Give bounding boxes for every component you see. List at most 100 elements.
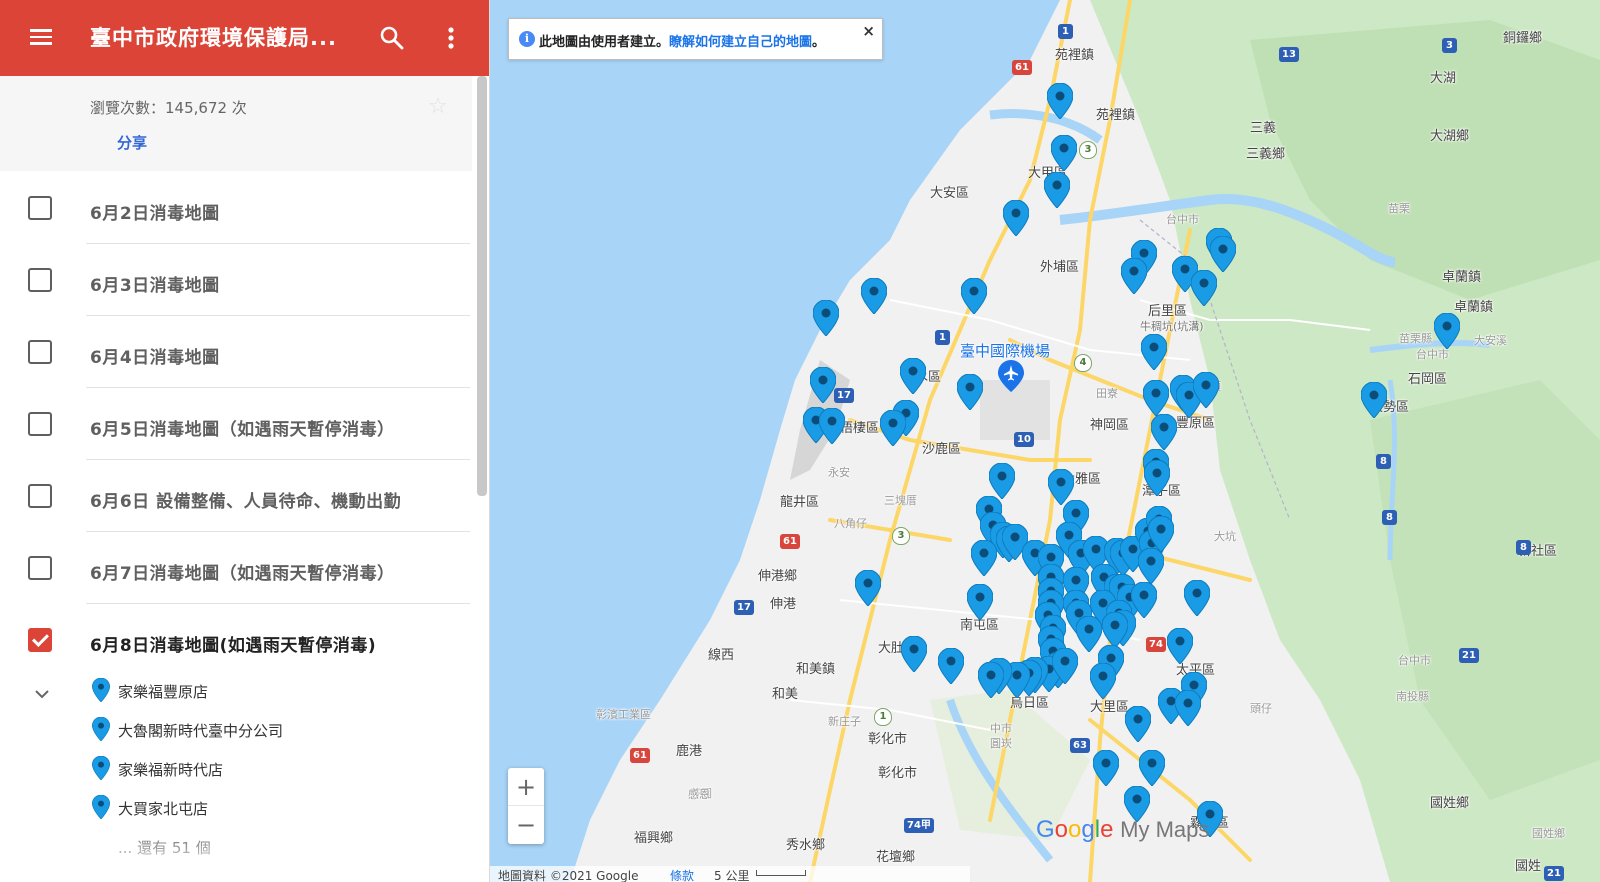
district-label: 秀水鄉 (786, 838, 826, 853)
highway-shield: 1 (874, 708, 892, 726)
map-pin[interactable] (1051, 647, 1079, 685)
map-pin[interactable] (1360, 381, 1388, 419)
map-pin[interactable] (1002, 199, 1030, 237)
district-label: 神岡區 (1090, 418, 1130, 433)
layer-checkbox[interactable] (28, 484, 52, 508)
highway-shield: 8 (1376, 454, 1391, 469)
map-pin[interactable] (1183, 579, 1211, 617)
layer-checkbox[interactable] (28, 268, 52, 292)
layer-checkbox[interactable] (28, 196, 52, 220)
map-pin[interactable] (854, 569, 882, 607)
place-name: 家樂福新時代店 (118, 761, 224, 779)
map-pin[interactable] (1137, 547, 1165, 585)
map-pin[interactable] (956, 373, 984, 411)
layer-row[interactable]: 6月3日消毒地圖 (0, 244, 472, 316)
map-pin[interactable] (860, 277, 888, 315)
panel-scrollbar[interactable] (477, 76, 487, 496)
district-label: 中市 (990, 722, 1012, 735)
close-icon[interactable]: × (862, 22, 875, 40)
layer-label[interactable]: 6月6日 設備整備、人員待命、機動出勤 (90, 487, 401, 512)
zoom-in-button[interactable]: + (508, 768, 544, 806)
layer-checkbox[interactable] (28, 628, 52, 652)
layer-label[interactable]: 6月7日消毒地圖（如遇雨天暫停消毒） (90, 559, 395, 584)
layer-row[interactable]: 6月7日消毒地圖（如遇雨天暫停消毒） (0, 532, 472, 604)
district-label: 銅鑼鄉 (1503, 31, 1543, 46)
airport-icon[interactable] (998, 360, 1024, 392)
layer-checkbox[interactable] (28, 556, 52, 580)
more-vert-icon[interactable] (440, 24, 462, 52)
layer-label[interactable]: 6月2日消毒地圖 (90, 199, 220, 224)
layer-label[interactable]: 6月3日消毒地圖 (90, 271, 220, 296)
map-pin[interactable] (818, 407, 846, 445)
map-pin[interactable] (960, 277, 988, 315)
map-pin[interactable] (1142, 379, 1170, 417)
more-places-link[interactable]: ... 還有 51 個 (118, 837, 211, 858)
star-icon[interactable]: ☆ (428, 94, 448, 119)
district-label: 國姓鄉 (1532, 827, 1565, 840)
map-pin[interactable] (1089, 662, 1117, 700)
map-pin[interactable] (1101, 611, 1129, 649)
place-name: 家樂福豐原店 (118, 683, 209, 701)
map-pin[interactable] (1120, 257, 1148, 295)
map-pin[interactable] (1174, 689, 1202, 727)
map-pin[interactable] (812, 299, 840, 337)
menu-icon[interactable] (28, 25, 54, 51)
layer-row[interactable]: 6月8日消毒地圖(如遇雨天暫停消毒) (0, 604, 472, 676)
map-pin[interactable] (1209, 235, 1237, 273)
map-canvas[interactable]: 臺中國際機場苑裡鎮苑裡鎮大甲區大安區外埔區后里區牛稠坑(坑溝)清水區梧棲區沙鹿區… (490, 0, 1600, 882)
share-button[interactable]: 分享 (117, 132, 147, 153)
map-pin[interactable] (966, 583, 994, 621)
place-item[interactable]: 家樂福新時代店 (92, 756, 392, 780)
layer-row[interactable]: 6月2日消毒地圖 (0, 172, 472, 244)
layer-row[interactable]: 6月4日消毒地圖 (0, 316, 472, 388)
zoom-out-button[interactable]: − (508, 806, 544, 844)
map-pin[interactable] (1050, 134, 1078, 172)
layer-row[interactable]: 6月6日 設備整備、人員待命、機動出勤 (0, 460, 472, 532)
map-pin[interactable] (1143, 459, 1171, 497)
district-label: 苑裡鎮 (1096, 108, 1136, 123)
layer-checkbox[interactable] (28, 412, 52, 436)
map-pin[interactable] (899, 357, 927, 395)
map-pin[interactable] (970, 539, 998, 577)
map-pin[interactable] (988, 462, 1016, 500)
highway-shield: 4 (1074, 354, 1092, 372)
chevron-down-icon[interactable] (32, 684, 52, 704)
map-pin[interactable] (1046, 82, 1074, 120)
layer-row[interactable]: 6月5日消毒地圖（如遇雨天暫停消毒） (0, 388, 472, 460)
map-pin[interactable] (900, 635, 928, 673)
map-pin[interactable] (1150, 413, 1178, 451)
map-pin[interactable] (1092, 749, 1120, 787)
highway-shield: 21 (1459, 648, 1479, 663)
layer-label[interactable]: 6月5日消毒地圖（如遇雨天暫停消毒） (90, 415, 395, 440)
map-pin[interactable] (937, 647, 965, 685)
district-label: 三義鄉 (1246, 147, 1286, 162)
map-pin[interactable] (1140, 333, 1168, 371)
map-pin[interactable] (1138, 749, 1166, 787)
highway-shield: 74 (1146, 637, 1166, 652)
highway-shield: 17 (834, 388, 854, 403)
district-label: 龍井區 (780, 495, 820, 510)
map-pin[interactable] (1166, 627, 1194, 665)
place-item[interactable]: 大買家北屯店 (92, 795, 392, 819)
layer-label[interactable]: 6月8日消毒地圖(如遇雨天暫停消毒) (90, 631, 376, 656)
map-pin[interactable] (879, 409, 907, 447)
place-item[interactable]: 家樂福豐原店 (92, 678, 392, 702)
map-pin[interactable] (809, 366, 837, 404)
search-icon[interactable] (378, 24, 406, 52)
map-pin[interactable] (1124, 705, 1152, 743)
map-pin[interactable] (1043, 171, 1071, 209)
zoom-control: + − (508, 768, 544, 844)
map-title[interactable]: 臺中市政府環境保護局... (90, 22, 337, 52)
map-pin[interactable] (977, 661, 1005, 699)
district-label: 苗栗縣 (1399, 332, 1432, 345)
map-pin[interactable] (1433, 312, 1461, 350)
map-pin[interactable] (1192, 371, 1220, 409)
layer-label[interactable]: 6月4日消毒地圖 (90, 343, 220, 368)
district-label: 八角仔 (834, 517, 867, 530)
map-pin[interactable] (1147, 515, 1175, 553)
learn-more-link[interactable]: 瞭解如何建立自己的地圖 (669, 35, 812, 50)
layer-checkbox[interactable] (28, 340, 52, 364)
place-item[interactable]: 大魯閣新時代臺中分公司 (92, 717, 392, 741)
terms-link[interactable]: 條款 (670, 867, 694, 882)
map-pin[interactable] (1190, 269, 1218, 307)
